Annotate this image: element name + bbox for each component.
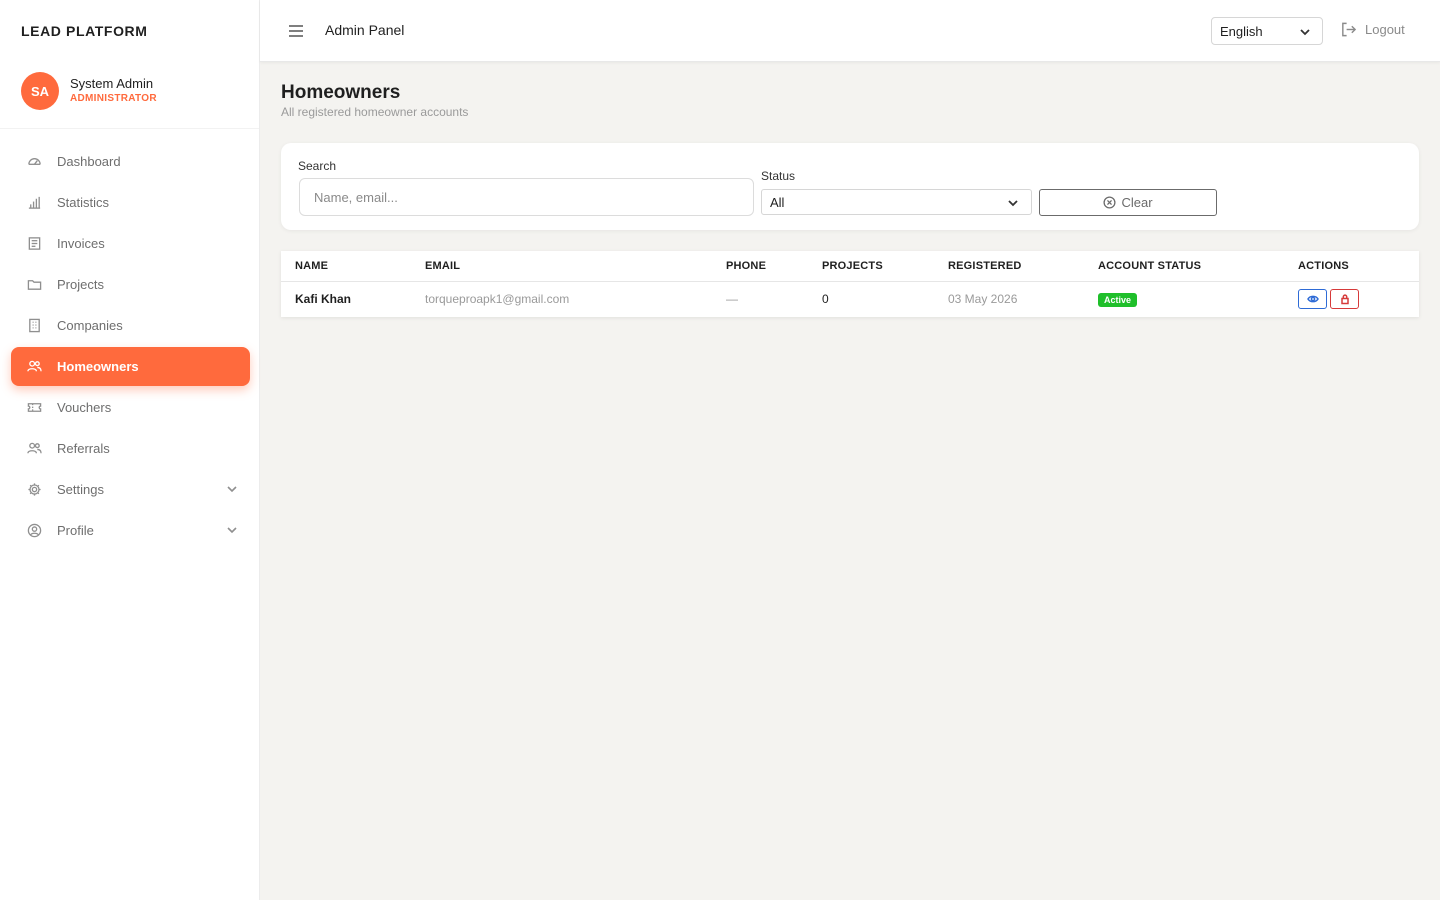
page-subtitle: All registered homeowner accounts (281, 105, 469, 119)
sidebar-item-label: Referrals (57, 441, 110, 456)
building-icon (27, 318, 42, 333)
chevron-down-icon (1299, 26, 1311, 38)
sidebar-item-label: Companies (57, 318, 123, 333)
sidebar-item-companies[interactable]: Companies (11, 306, 250, 345)
search-label: Search (298, 159, 337, 173)
sidebar-item-label: Vouchers (57, 400, 112, 415)
column-header-phone: PHONE (726, 260, 767, 272)
logout-button[interactable]: Logout (1340, 21, 1405, 38)
filter-card: Search Status All Clear (281, 143, 1419, 230)
dashboard-icon (27, 154, 42, 169)
sidebar-item-label: Projects (57, 277, 104, 292)
cell-registered: 03 May 2026 (948, 292, 1018, 306)
chevron-down-icon (1007, 197, 1019, 209)
sidebar-item-referrals[interactable]: Referrals (11, 429, 250, 468)
sidebar-item-label: Statistics (57, 195, 110, 210)
eye-icon (1306, 295, 1319, 303)
sidebar-item-profile[interactable]: Profile (11, 511, 250, 550)
column-header-account-status: ACCOUNT STATUS (1098, 260, 1202, 272)
user-circle-icon (27, 523, 42, 538)
user-role: ADMINISTRATOR (70, 93, 157, 104)
lock-icon (1340, 294, 1349, 305)
language-select[interactable]: English (1211, 17, 1323, 45)
column-header-registered: REGISTERED (948, 260, 1022, 272)
homeowners-table: NAME EMAIL PHONE PROJECTS REGISTERED ACC… (281, 251, 1419, 317)
status-label: Status (761, 169, 796, 183)
sidebar-item-label: Profile (57, 523, 94, 538)
status-badge: Active (1098, 293, 1138, 307)
gear-icon (27, 482, 42, 497)
panel-title: Admin Panel (325, 22, 405, 38)
table-row: Kafi Khan torqueproapk1@gmail.com — 0 03… (281, 282, 1419, 317)
sidebar-item-dashboard[interactable]: Dashboard (11, 142, 250, 181)
sidebar-item-settings[interactable]: Settings (11, 470, 250, 509)
brand-logo: LEAD PLATFORM (21, 23, 148, 39)
cell-phone: — (726, 292, 738, 306)
view-button[interactable] (1298, 289, 1327, 309)
sidebar-item-label: Invoices (57, 236, 105, 251)
sidebar-item-projects[interactable]: Projects (11, 265, 250, 304)
sidebar-item-label: Dashboard (57, 154, 121, 169)
sidebar-item-invoices[interactable]: Invoices (11, 224, 250, 263)
sidebar-item-statistics[interactable]: Statistics (11, 183, 250, 222)
sidebar-item-vouchers[interactable]: Vouchers (11, 388, 250, 427)
clear-button[interactable]: Clear (1039, 189, 1217, 216)
logout-label: Logout (1365, 22, 1405, 37)
clear-label: Clear (1121, 195, 1153, 210)
cell-projects: 0 (822, 292, 829, 306)
folder-icon (27, 277, 42, 292)
column-header-name: NAME (295, 260, 329, 272)
sidebar-nav: Dashboard Statistics Invoices Projects C… (11, 142, 250, 552)
ticket-icon (27, 400, 42, 415)
column-header-email: EMAIL (425, 260, 461, 272)
column-header-actions: ACTIONS (1298, 260, 1349, 272)
lock-button[interactable] (1330, 289, 1359, 309)
table-header: NAME EMAIL PHONE PROJECTS REGISTERED ACC… (281, 251, 1419, 282)
sidebar: LEAD PLATFORM SA System Admin ADMINISTRA… (0, 0, 260, 900)
sidebar-item-homeowners[interactable]: Homeowners (11, 347, 250, 386)
user-card: SA System Admin ADMINISTRATOR (21, 72, 157, 110)
menu-icon[interactable] (287, 22, 305, 40)
users-icon (27, 359, 42, 374)
cell-name: Kafi Khan (295, 292, 352, 306)
user-name: System Admin (70, 76, 154, 91)
sidebar-item-label: Settings (57, 482, 104, 497)
sidebar-divider (0, 128, 259, 129)
user-meta: System Admin ADMINISTRATOR (70, 76, 157, 106)
clear-icon (1103, 196, 1116, 209)
page-title: Homeowners (281, 82, 401, 103)
invoice-icon (27, 236, 42, 251)
chart-icon (27, 195, 42, 210)
cell-email: torqueproapk1@gmail.com (425, 292, 570, 306)
chevron-down-icon (226, 524, 238, 536)
chevron-down-icon (226, 483, 238, 495)
avatar: SA (21, 72, 59, 110)
sidebar-item-label: Homeowners (57, 359, 139, 374)
status-value: All (770, 194, 785, 210)
logout-icon (1342, 22, 1357, 37)
topbar: Admin Panel English Logout (260, 0, 1440, 62)
status-select[interactable]: All (761, 189, 1032, 215)
column-header-projects: PROJECTS (822, 260, 883, 272)
language-value: English (1220, 23, 1263, 39)
users-icon (27, 441, 42, 456)
search-input[interactable] (299, 178, 754, 216)
